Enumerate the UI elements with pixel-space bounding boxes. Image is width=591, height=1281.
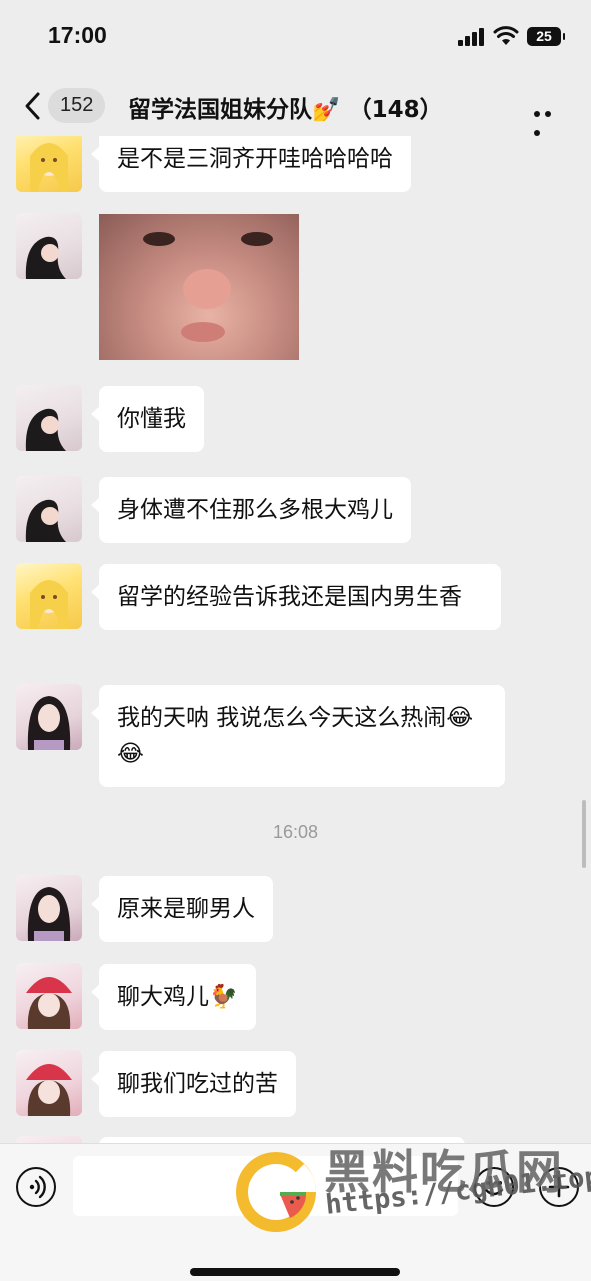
- avatar[interactable]: [16, 1136, 82, 1143]
- message-bubble[interactable]: 聊我们吃过的苦: [91, 1051, 296, 1117]
- message-bubble[interactable]: 原来是聊男人: [91, 876, 273, 942]
- message-bubble[interactable]: 身体遭不住那么多根大鸡儿: [91, 477, 411, 543]
- avatar[interactable]: [16, 563, 82, 629]
- photo-message[interactable]: [99, 214, 299, 360]
- more-icon[interactable]: [534, 102, 566, 136]
- chat-header: 152 留学法国姐妹分队💅 （148）: [0, 76, 591, 136]
- message-timestamp: 16:08: [272, 822, 319, 842]
- unread-count-badge[interactable]: 152: [48, 88, 106, 123]
- site-watermark: 黑料吃瓜网 https://cgh01.top: [232, 1130, 591, 1260]
- back-icon[interactable]: [18, 88, 48, 124]
- avatar[interactable]: [16, 136, 82, 192]
- voice-icon[interactable]: [16, 1167, 56, 1207]
- watermelon-logo-icon: [236, 1152, 316, 1232]
- group-title: 留学法国姐妹分队💅 （148）: [128, 97, 443, 123]
- message-bubble[interactable]: 留学的经验告诉我还是国内男生香: [91, 564, 501, 630]
- avatar[interactable]: [16, 875, 82, 941]
- status-time: 17:00: [48, 22, 107, 48]
- message-bubble[interactable]: 是不是三洞齐开哇哈哈哈哈: [91, 136, 411, 192]
- avatar[interactable]: [16, 213, 82, 279]
- message-bubble[interactable]: 你懂我: [91, 386, 204, 452]
- status-bar: 17:00 25: [0, 0, 591, 76]
- message-list[interactable]: 是不是三洞齐开哇哈哈哈哈 你懂我 身体遭不住那么多根大鸡儿 留学的经验告诉我还是…: [0, 136, 591, 1143]
- scrollbar[interactable]: [582, 800, 586, 868]
- avatar[interactable]: [16, 684, 82, 750]
- message-bubble[interactable]: 我的天呐 我说怎么今天这么热闹😂😂: [91, 685, 505, 787]
- signal-icon: [458, 28, 486, 46]
- avatar[interactable]: [16, 476, 82, 542]
- wifi-icon: [493, 26, 519, 45]
- avatar[interactable]: [16, 1050, 82, 1116]
- avatar[interactable]: [16, 385, 82, 451]
- avatar[interactable]: [16, 963, 82, 1029]
- home-indicator: [190, 1268, 400, 1276]
- battery-icon: 25: [527, 27, 565, 46]
- message-bubble[interactable]: 聊大鸡儿🐓: [91, 964, 256, 1030]
